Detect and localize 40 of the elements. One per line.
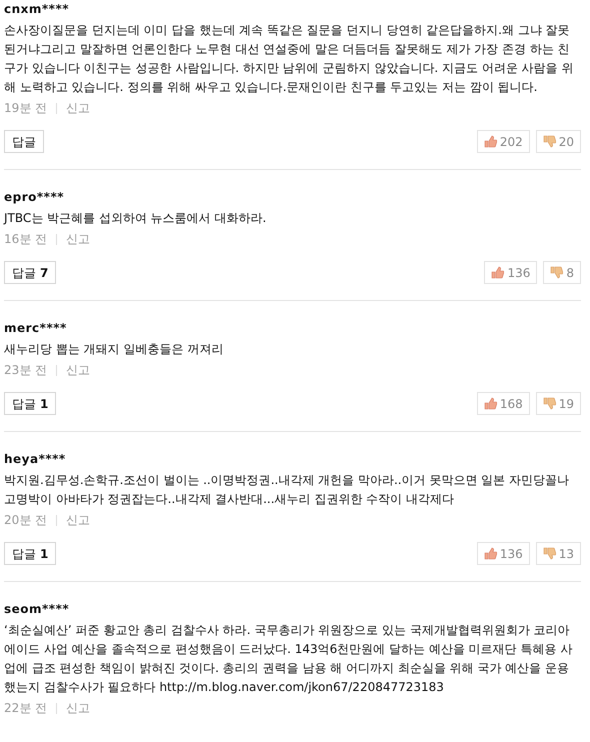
thumbs-down-icon [542, 135, 556, 148]
username: epro**** [4, 190, 65, 204]
report-link[interactable]: 신고 [66, 230, 90, 248]
reply-button[interactable]: 답글 [4, 130, 44, 153]
reply-button[interactable]: 답글 1 [4, 392, 56, 415]
thumbs-up-icon [484, 547, 497, 560]
like-button[interactable]: 202 [476, 130, 530, 153]
report-link[interactable]: 신고 [66, 362, 90, 378]
comment-text: 손사장이질문을 던지는데 이미 답을 했는데 계속 똑같은 질문을 던지니 당연히 같은답을하지.왜 그냐 잘못 된거냐그리고 말잘하면 언론인한다 노무현 대선 연설중에 말은 더듬더듬 잘못해도 제가 가장 존경 하는 친구가 있습니다 이친구는 성공한 사람입니다. 하지만 남위에 군림하지 않았습니다. 지금도 어려운 사람을 위해 노력하고 있습니다. 정의를 위해 싸우고 있습니다.문재인이란 친구를 두고있는 저는 깜이 됩니다. [4, 22, 574, 96]
reply-button[interactable]: 답글 1 [4, 542, 56, 565]
thumbs-up-icon [484, 397, 497, 410]
comment-text: ‘최순실예산’ 퍼준 황교안 총리 검찰수사 하라. 국무총리가 위원장으로 있는 국제개발협력위원회가 코리아에이드 사업 예산을 졸속적으로 편성했음이 드러났다. 143억6천만원에 달하는 예산을 미르재단 특혜용 사업에 급조 편성한 책임이 밝혀진 것이다. 총리의 권력을 남용 해 어디까지 최순실을 위해 국가 예산을 운용했는지 검찰수사가 필요하다 http://m.blog.naver.com/jkon67/220847723183 [4, 622, 574, 696]
thumbs-up-icon [491, 266, 504, 279]
timestamp: 20분 전 [4, 512, 48, 528]
comment-text: JTBC는 박근혜를 섭외하여 뉴스룸에서 대화하라. [4, 210, 268, 227]
dislike-button[interactable]: 13 [536, 542, 581, 565]
dislike-button[interactable]: 20 [536, 130, 581, 153]
username: cnxm**** [4, 2, 70, 16]
timestamp: 23분 전 [4, 362, 48, 378]
username: seom**** [4, 602, 70, 616]
like-button[interactable]: 136 [484, 261, 538, 284]
thumbs-down-icon [550, 266, 564, 279]
thumbs-down-icon [542, 397, 556, 410]
like-button[interactable]: 136 [476, 542, 530, 565]
thumbs-down-icon [542, 547, 556, 560]
report-link[interactable]: 신고 [66, 512, 90, 528]
timestamp: 16분 전 [4, 230, 48, 248]
timestamp: 19분 전 [4, 100, 48, 116]
report-link[interactable]: 신고 [66, 100, 90, 116]
timestamp: 22분 전 [4, 700, 48, 716]
comment-text: 박지원.김무성.손학규.조선이 벌이는 ..이명박정권..내각제 개헌을 막아라..이거 못막으면 일본 자민당꼴나고명박이 아바타가 정권잡는다..내각제 결사반대...새누리 집권위한 수작이 내각제다 [4, 472, 570, 508]
username: merc**** [4, 321, 68, 335]
thumbs-up-icon [484, 135, 497, 148]
dislike-button[interactable]: 8 [543, 261, 581, 284]
like-button[interactable]: 168 [476, 392, 530, 415]
report-link[interactable]: 신고 [66, 700, 90, 716]
username: heya**** [4, 452, 67, 466]
dislike-button[interactable]: 19 [536, 392, 581, 415]
reply-button[interactable]: 답글 7 [4, 261, 56, 284]
comment-text: 새누리당 뽑는 개돼지 일베충들은 꺼져리 [4, 341, 224, 358]
